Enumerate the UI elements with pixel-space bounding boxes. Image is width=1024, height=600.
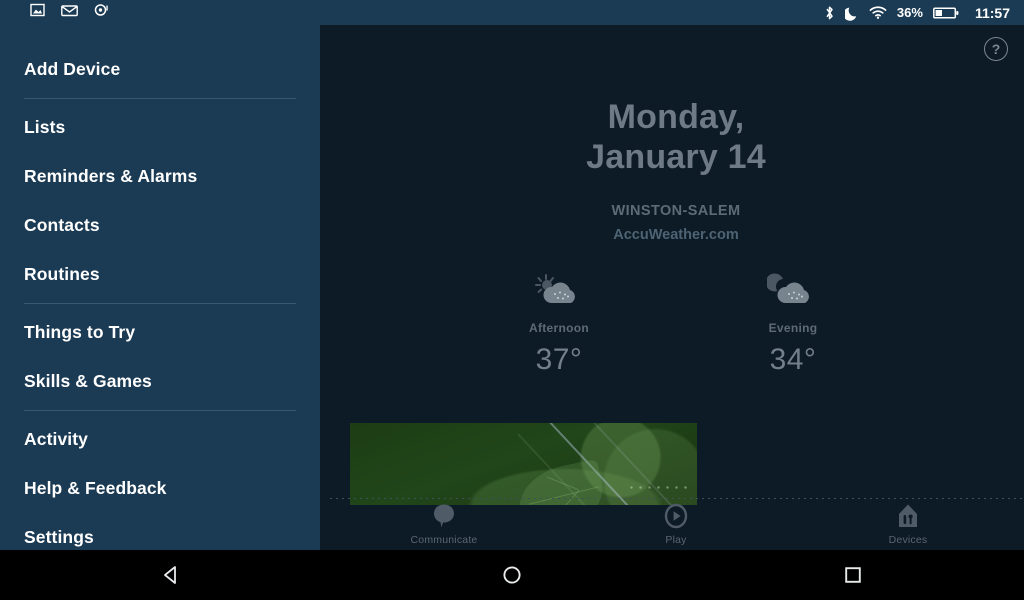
forecast-slot-afternoon[interactable]: Afternoon 37°: [442, 271, 676, 377]
forecast-temperature: 34°: [769, 343, 817, 377]
date-line-1: Monday,: [607, 98, 745, 136]
sidebar-divider: [24, 98, 296, 99]
sidebar-divider: [24, 410, 296, 411]
sidebar-item-help-feedback[interactable]: Help & Feedback: [0, 464, 320, 513]
recents-square-icon[interactable]: [808, 555, 898, 595]
android-navigation-bar: [0, 550, 1024, 600]
sidebar-item-contacts[interactable]: Contacts: [0, 201, 320, 250]
bottom-nav-label: Communicate: [410, 534, 478, 546]
status-system-icons: 36% 11:57: [824, 5, 1024, 21]
sidebar-item-things-to-try[interactable]: Things to Try: [0, 308, 320, 357]
tablet-screen: 36% 11:57 Add Device Lists Reminders & Ala…: [0, 0, 1024, 600]
status-bar: 36% 11:57: [0, 0, 1024, 25]
home-circle-icon[interactable]: [467, 555, 557, 595]
sidebar-item-lists[interactable]: Lists: [0, 103, 320, 152]
forecast-period-label: Afternoon: [528, 321, 590, 336]
sidebar-item-settings[interactable]: Settings: [0, 513, 320, 550]
forecast-slot-evening[interactable]: Evening 34°: [676, 271, 910, 377]
weather-location: WINSTON-SALEM: [611, 203, 741, 220]
image-icon: [30, 3, 45, 22]
bottom-nav-item-communicate[interactable]: Communicate: [328, 503, 560, 546]
bottom-nav-label: Play: [665, 534, 687, 546]
bottom-navigation: Communicate Play Devices: [328, 499, 1024, 550]
sun-behind-cloud-flurries-icon: [442, 271, 676, 313]
sidebar-item-add-device[interactable]: Add Device: [0, 45, 320, 94]
promo-banner[interactable]: [350, 423, 697, 505]
moon-behind-cloud-flurries-icon: [676, 271, 910, 313]
weather-attribution: AccuWeather.com: [613, 227, 739, 244]
main-content: ? Monday, January 14 WINSTON-SALEM AccuW…: [328, 25, 1024, 550]
bottom-nav-label: Devices: [888, 534, 928, 546]
back-triangle-icon[interactable]: [126, 555, 216, 595]
forecast-row: Afternoon 37° Evening 34°: [328, 271, 1024, 377]
navigation-drawer: Add Device Lists Reminders & Alarms Contact…: [0, 25, 320, 550]
sidebar-divider: [24, 303, 296, 304]
battery-percent-label: 36%: [896, 5, 923, 20]
bottom-nav-item-play[interactable]: Play: [560, 503, 792, 546]
moon-icon: [844, 5, 859, 21]
forecast-period-label: Evening: [768, 321, 818, 336]
forecast-temperature: 37°: [535, 343, 583, 377]
wifi-icon: [869, 5, 887, 20]
home-devices-icon: [792, 503, 1024, 529]
speech-bubble-icon: [328, 503, 560, 529]
sidebar-item-reminders-alarms[interactable]: Reminders & Alarms: [0, 152, 320, 201]
date-weather-card[interactable]: Monday, January 14 WINSTON-SALEM AccuWea…: [328, 25, 1024, 243]
mail-icon: [61, 4, 78, 22]
status-clock: 11:57: [974, 4, 1010, 21]
bottom-nav-item-devices[interactable]: Devices: [792, 503, 1024, 546]
sidebar-item-routines[interactable]: Routines: [0, 250, 320, 299]
sidebar-item-activity[interactable]: Activity: [0, 415, 320, 464]
promo-speckles: [627, 483, 687, 491]
sidebar-item-skills-games[interactable]: Skills & Games: [0, 357, 320, 406]
play-circle-icon: [560, 503, 792, 529]
status-notification-icons: [0, 3, 109, 22]
sidebar-menu: Add Device Lists Reminders & Alarms Contact…: [0, 25, 320, 550]
battery-icon: [933, 6, 959, 20]
disc-info-icon: [94, 3, 109, 22]
bluetooth-icon: [824, 5, 835, 21]
date-line-2: January 14: [586, 138, 766, 177]
help-icon[interactable]: ?: [984, 37, 1008, 61]
